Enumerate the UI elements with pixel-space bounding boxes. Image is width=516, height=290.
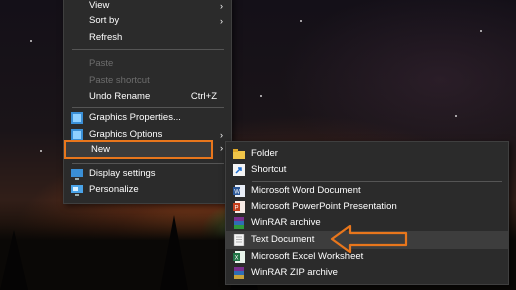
tree bbox=[0, 230, 28, 290]
submenu-item-shortcut[interactable]: Shortcut bbox=[226, 161, 508, 179]
personalize-icon bbox=[71, 184, 83, 196]
menu-item-graphics-properties[interactable]: Graphics Properties... bbox=[64, 109, 231, 127]
submenu-item-label: WinRAR archive bbox=[251, 217, 321, 228]
menu-item-label: Personalize bbox=[89, 184, 139, 195]
shortcut-icon bbox=[233, 164, 245, 176]
intel-graphics-icon bbox=[71, 112, 83, 124]
menu-item-personalize[interactable]: Personalize bbox=[64, 181, 231, 199]
menu-separator bbox=[72, 107, 224, 108]
excel-icon: X bbox=[233, 251, 245, 263]
submenu-item-winrar-zip-archive[interactable]: WinRAR ZIP archive bbox=[226, 264, 508, 282]
annotation-arrow bbox=[330, 224, 408, 254]
submenu-item-label: Shortcut bbox=[251, 164, 287, 175]
desktop-context-menu: View › Sort by › Refresh Paste Paste sho… bbox=[63, 0, 232, 204]
menu-item-label: Sort by bbox=[89, 15, 120, 26]
winrar-zip-icon bbox=[233, 267, 245, 279]
chevron-right-icon: › bbox=[220, 16, 223, 26]
menu-item-label: Undo Rename bbox=[89, 91, 151, 102]
menu-item-paste[interactable]: Paste bbox=[64, 55, 231, 73]
menu-item-sort-by[interactable]: Sort by › bbox=[64, 12, 231, 30]
powerpoint-icon: P bbox=[233, 201, 245, 213]
star bbox=[30, 40, 32, 42]
menu-item-label: New bbox=[91, 144, 111, 155]
menu-item-new[interactable]: New bbox=[64, 140, 213, 159]
menu-separator bbox=[72, 49, 224, 50]
menu-item-undo-rename[interactable]: Undo Rename Ctrl+Z bbox=[64, 88, 231, 106]
text-document-icon bbox=[233, 233, 245, 247]
submenu-item-label: WinRAR ZIP archive bbox=[251, 267, 338, 278]
svg-text:P: P bbox=[235, 206, 239, 212]
menu-item-refresh[interactable]: Refresh bbox=[64, 29, 231, 47]
winrar-icon bbox=[233, 217, 245, 229]
star bbox=[260, 95, 262, 97]
submenu-item-label: Text Document bbox=[251, 234, 315, 245]
star bbox=[480, 30, 482, 32]
new-submenu: Folder Shortcut W Microsoft Word Documen… bbox=[225, 141, 509, 285]
folder-icon bbox=[233, 148, 245, 160]
shortcut-text: Ctrl+Z bbox=[190, 91, 217, 102]
display-icon bbox=[71, 168, 83, 180]
svg-text:W: W bbox=[234, 190, 240, 196]
chevron-right-icon: › bbox=[220, 143, 224, 154]
star bbox=[455, 115, 457, 117]
star bbox=[300, 20, 302, 22]
menu-item-label: Graphics Properties... bbox=[89, 112, 181, 123]
star bbox=[40, 150, 42, 152]
menu-separator bbox=[72, 163, 224, 164]
tree bbox=[160, 215, 188, 290]
svg-text:X: X bbox=[235, 256, 239, 262]
menu-item-label: Refresh bbox=[89, 32, 123, 43]
menu-item-label: Paste bbox=[89, 58, 114, 69]
word-icon: W bbox=[233, 185, 245, 197]
